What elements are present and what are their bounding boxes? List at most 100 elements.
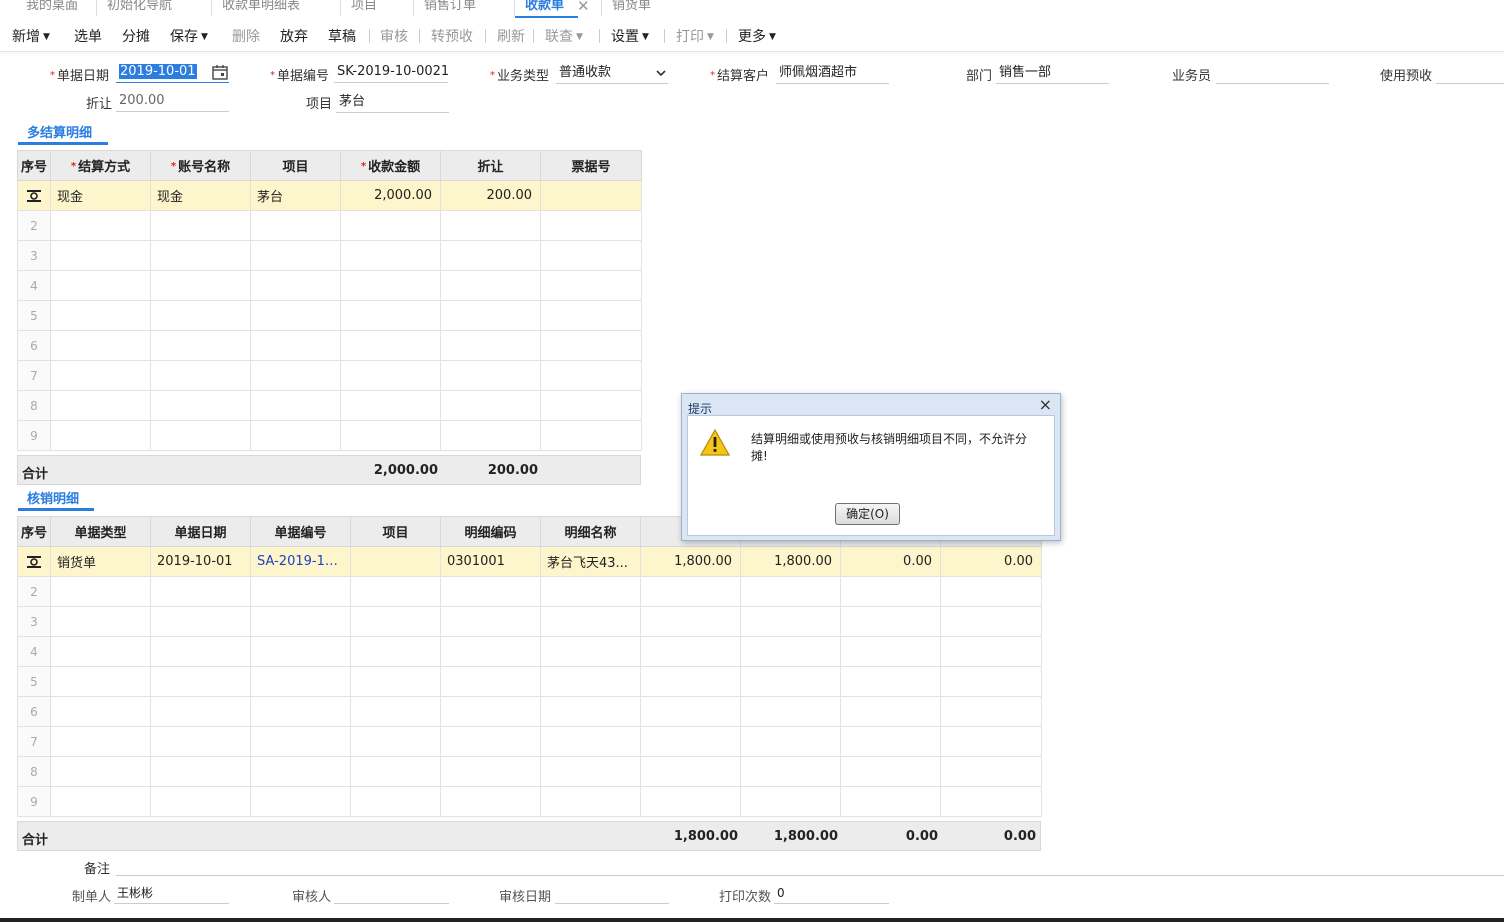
chevron-down-icon[interactable] — [655, 67, 667, 79]
table-row[interactable]: 5 — [17, 666, 1042, 697]
table-cell[interactable] — [440, 390, 541, 421]
table-cell[interactable] — [150, 390, 251, 421]
table-cell[interactable] — [540, 360, 642, 391]
table-cell[interactable] — [50, 300, 151, 331]
table-cell[interactable] — [440, 240, 541, 271]
table-row[interactable]: 2 — [17, 576, 1042, 607]
table-cell[interactable] — [440, 210, 541, 241]
project-cell[interactable] — [350, 546, 441, 577]
table-cell[interactable] — [250, 300, 341, 331]
amount-cell[interactable]: 0.00 — [940, 546, 1042, 577]
table-row[interactable]: 销货单 2019-10-01 SA-2019-10-... 0301001 茅台… — [17, 546, 1042, 577]
amount-cell[interactable]: 1,800.00 — [740, 546, 841, 577]
table-cell[interactable] — [250, 270, 341, 301]
table-cell[interactable] — [50, 360, 151, 391]
allocate-button[interactable]: 分摊 — [122, 26, 150, 46]
table-row[interactable]: 7 — [17, 726, 1042, 757]
tab-init-guide[interactable]: 初始化导航 — [107, 0, 172, 18]
close-icon[interactable]: ✕ — [577, 0, 590, 15]
table-row[interactable]: 6 — [17, 330, 642, 361]
table-cell[interactable] — [340, 390, 441, 421]
row-action-cell[interactable] — [17, 546, 51, 577]
table-cell[interactable] — [540, 270, 642, 301]
table-cell[interactable] — [150, 330, 251, 361]
table-cell[interactable] — [340, 210, 441, 241]
print-button[interactable]: 打印 ▼ — [676, 26, 714, 46]
table-cell[interactable] — [50, 390, 151, 421]
table-row[interactable]: 4 — [17, 636, 1042, 667]
dept-field[interactable]: 销售一部 — [996, 64, 1109, 84]
table-cell[interactable] — [340, 300, 441, 331]
doc-type-cell[interactable]: 销货单 — [50, 546, 151, 577]
table-row[interactable]: 6 — [17, 696, 1042, 727]
table-cell[interactable] — [540, 330, 642, 361]
table-cell[interactable] — [50, 240, 151, 271]
table-cell[interactable] — [440, 300, 541, 331]
table-row[interactable]: 7 — [17, 360, 642, 391]
table-cell[interactable] — [540, 210, 642, 241]
table-cell[interactable] — [50, 420, 151, 451]
project-field[interactable]: 茅台 — [336, 93, 449, 113]
save-button[interactable]: 保存 ▼ — [170, 26, 208, 46]
tab-receipt[interactable]: 收款单 — [514, 0, 579, 18]
settings-button[interactable]: 设置 ▼ — [611, 26, 649, 46]
table-row[interactable]: 现金 现金 茅台 2,000.00 200.00 — [17, 180, 642, 211]
table-cell[interactable] — [250, 210, 341, 241]
amount-cell[interactable]: 0.00 — [840, 546, 941, 577]
draft-button[interactable]: 草稿 — [328, 26, 356, 46]
table-cell[interactable] — [50, 330, 151, 361]
account-cell[interactable]: 现金 — [150, 180, 251, 211]
row-menu-icon[interactable] — [26, 555, 42, 569]
item-name-cell[interactable]: 茅台飞天43... — [540, 546, 641, 577]
table-row[interactable]: 5 — [17, 300, 642, 331]
table-cell[interactable] — [150, 360, 251, 391]
select-order-button[interactable]: 选单 — [74, 26, 102, 46]
table-cell[interactable] — [340, 270, 441, 301]
table-cell[interactable] — [250, 240, 341, 271]
method-cell[interactable]: 现金 — [50, 180, 151, 211]
use-prepay-field[interactable] — [1436, 64, 1504, 84]
discard-button[interactable]: 放弃 — [280, 26, 308, 46]
table-cell[interactable] — [340, 360, 441, 391]
to-prepay-button[interactable]: 转预收 — [431, 26, 473, 46]
table-cell[interactable] — [340, 420, 441, 451]
audit-button[interactable]: 审核 — [380, 26, 408, 46]
linked-query-button[interactable]: 联查 ▼ — [545, 26, 583, 46]
biz-type-select[interactable]: 普通收款 — [556, 64, 668, 84]
table-cell[interactable] — [250, 360, 341, 391]
tab-project[interactable]: 项目 — [351, 0, 377, 18]
amount-cell[interactable]: 2,000.00 — [340, 180, 441, 211]
settlement-section-title[interactable]: 多结算明细 — [27, 122, 92, 141]
table-cell[interactable] — [150, 300, 251, 331]
table-row[interactable]: 9 — [17, 420, 642, 451]
remark-field[interactable] — [116, 856, 1504, 876]
row-menu-icon[interactable] — [26, 189, 42, 203]
close-icon[interactable]: × — [1039, 395, 1052, 414]
amount-cell[interactable]: 1,800.00 — [640, 546, 741, 577]
table-cell[interactable] — [540, 390, 642, 421]
refresh-button[interactable]: 刷新 — [497, 26, 525, 46]
table-cell[interactable] — [50, 210, 151, 241]
bill-no-cell[interactable] — [540, 180, 642, 211]
table-cell[interactable] — [250, 330, 341, 361]
tab-receipt-detail-report[interactable]: 收款单明细表 — [222, 0, 300, 18]
table-row[interactable]: 9 — [17, 786, 1042, 817]
project-cell[interactable]: 茅台 — [250, 180, 341, 211]
table-cell[interactable] — [50, 270, 151, 301]
table-cell[interactable] — [150, 210, 251, 241]
table-cell[interactable] — [440, 330, 541, 361]
add-button[interactable]: 新增 ▼ — [12, 26, 50, 46]
doc-no-link[interactable]: SA-2019-10-... — [250, 546, 351, 577]
tab-my-desktop[interactable]: 我的桌面 — [26, 0, 78, 18]
tab-sales-order[interactable]: 销售订单 — [424, 0, 476, 18]
more-button[interactable]: 更多 ▼ — [738, 26, 776, 46]
table-cell[interactable] — [440, 420, 541, 451]
row-action-cell[interactable] — [17, 180, 51, 211]
tab-sales-delivery[interactable]: 销货单 — [612, 0, 651, 18]
table-cell[interactable] — [440, 270, 541, 301]
table-row[interactable]: 8 — [17, 756, 1042, 787]
table-cell[interactable] — [150, 420, 251, 451]
table-cell[interactable] — [250, 420, 341, 451]
doc-no-field[interactable]: SK-2019-10-0021 — [334, 63, 448, 83]
table-row[interactable]: 4 — [17, 270, 642, 301]
